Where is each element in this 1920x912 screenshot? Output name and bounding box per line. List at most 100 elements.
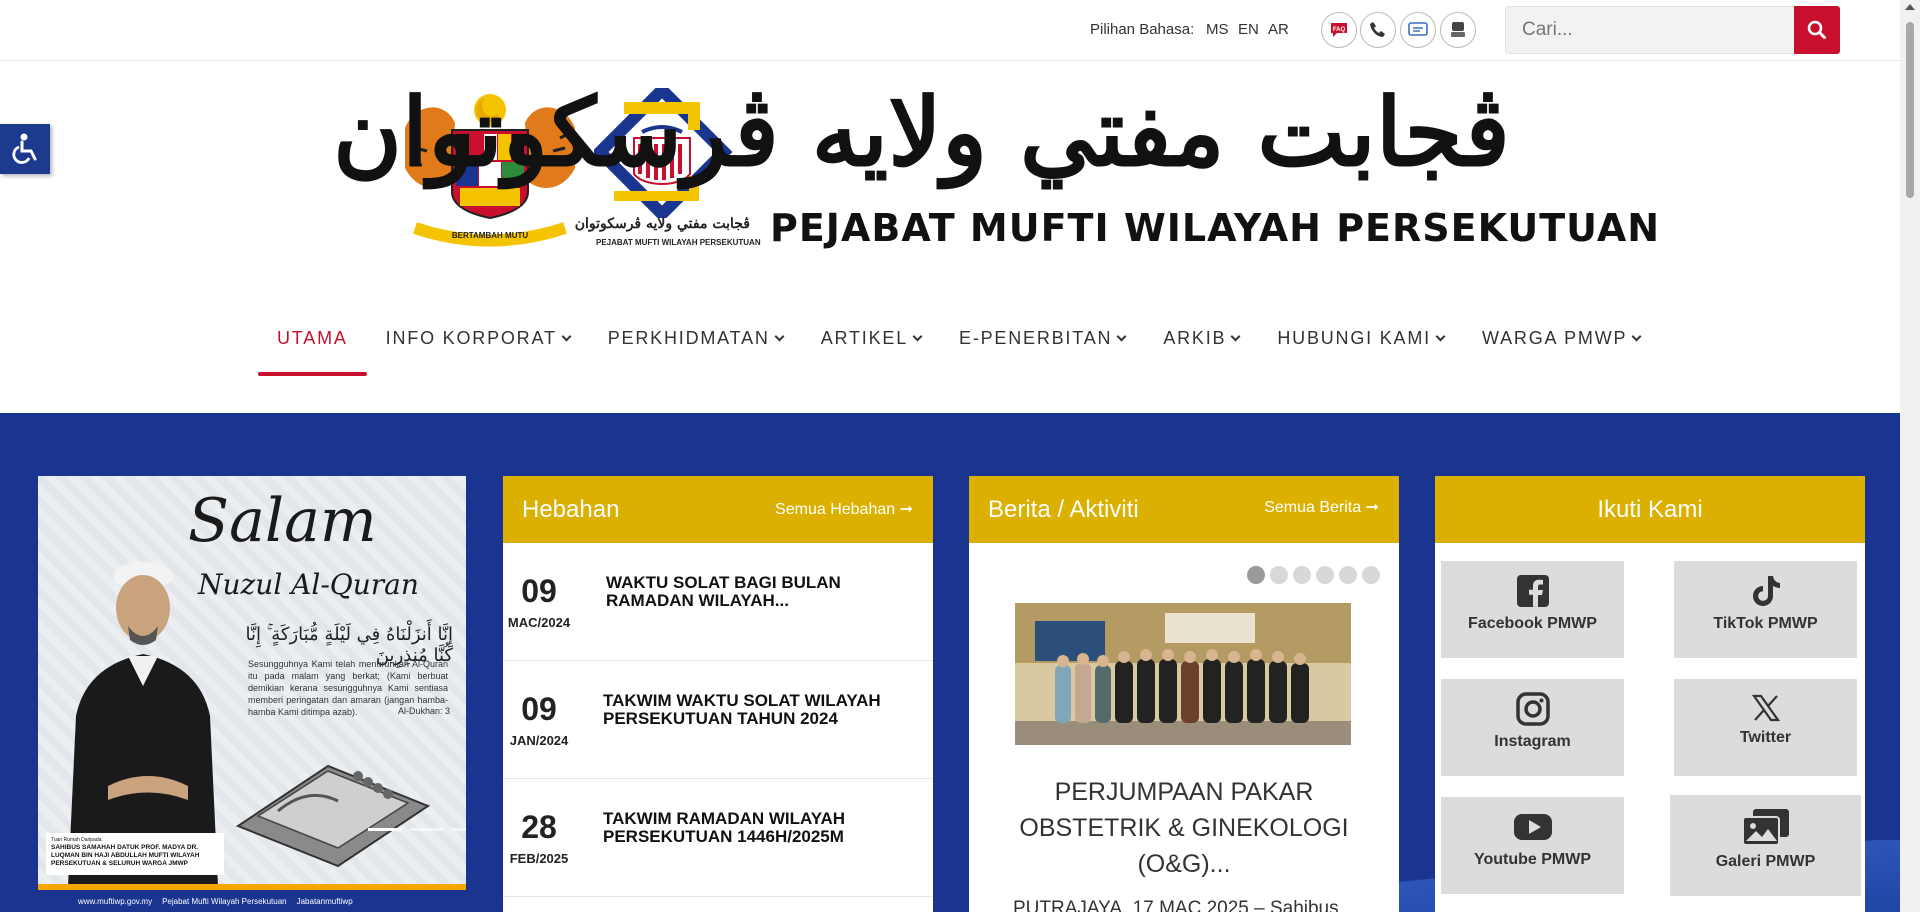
nav-item-label: INFO KORPORAT bbox=[385, 328, 557, 348]
jata-motto: BERTAMBAH MUTU bbox=[452, 231, 529, 240]
instagram-link[interactable]: Instagram bbox=[1440, 678, 1625, 777]
carousel-dot[interactable] bbox=[1362, 566, 1380, 584]
nav-item-e-penerbitan[interactable]: E-PENERBITAN bbox=[940, 316, 1144, 376]
poster-footer-bar: www.muftiwp.gov.my Pejabat Mufti Wilayah… bbox=[38, 890, 466, 912]
search-input[interactable] bbox=[1505, 6, 1795, 54]
poster-footer-handle: Jabatanmuftiwp bbox=[296, 896, 353, 906]
news-headline[interactable]: PERJUMPAAN PAKAR OBSTETRIK & GINEKOLOGI … bbox=[989, 774, 1379, 882]
poster-nuzul: Nuzul Al-Quran bbox=[198, 568, 419, 601]
poster-quran-illustration bbox=[235, 764, 431, 868]
ikuti-kami-title: Ikuti Kami bbox=[1597, 496, 1703, 523]
news-photo[interactable] bbox=[1015, 603, 1351, 745]
list-item-title[interactable]: TAKWIM WAKTU SOLAT WILAYAH PERSEKUTUAN T… bbox=[603, 692, 923, 728]
list-item-title[interactable]: WAKTU SOLAT BAGI BULAN RAMADAN WILAYAH..… bbox=[606, 574, 896, 610]
poster-carousel-dots[interactable] bbox=[368, 828, 466, 831]
facebook-link[interactable]: Facebook PMWP bbox=[1440, 560, 1625, 659]
facebook-icon bbox=[1516, 575, 1549, 607]
pmwp-logo-jawi: ڤجابت مفتي ولايه ڤرسكوتوان bbox=[574, 216, 750, 232]
instagram-icon bbox=[1515, 692, 1550, 726]
poster-footer-fb: Pejabat Mufti Wilayah Persekutuan bbox=[162, 896, 287, 906]
accessibility-button[interactable] bbox=[0, 124, 50, 174]
all-hebahan-link[interactable]: Semua Hebahan ➞ bbox=[775, 499, 913, 519]
site-title-jawi: ڤجابت مفتي ولايه ڤرسكوتوان bbox=[333, 78, 1510, 188]
chevron-down-icon bbox=[774, 331, 785, 342]
nav-item-warga-pmwp[interactable]: WARGA PMWP bbox=[1463, 316, 1659, 376]
carousel-dot[interactable] bbox=[1339, 566, 1357, 584]
all-hebahan-label: Semua Hebahan bbox=[775, 501, 896, 518]
list-item-day: 09 bbox=[521, 691, 557, 727]
list-item-month: JAN/2024 bbox=[509, 733, 569, 748]
poster-carousel[interactable]: Salam Nuzul Al-Quran إِنَّا أَنزَلْنَاهُ… bbox=[38, 476, 466, 912]
hebahan-title: Hebahan bbox=[522, 496, 620, 523]
chevron-down-icon bbox=[561, 331, 572, 342]
lang-ms-link[interactable]: MS bbox=[1206, 21, 1229, 38]
gallery-link[interactable]: Galeri PMWP bbox=[1669, 794, 1862, 897]
list-item-month: FEB/2025 bbox=[509, 851, 569, 866]
top-bar: Pilihan Bahasa: MS EN AR FAQ bbox=[0, 0, 1900, 61]
carousel-dot[interactable] bbox=[410, 828, 444, 831]
nav-item-utama[interactable]: UTAMA bbox=[258, 316, 367, 376]
x-twitter-icon bbox=[1751, 694, 1780, 722]
berita-card: Berita / Aktiviti Semua Berita ➞ PERJUMP… bbox=[969, 476, 1399, 912]
nav-item-label: ARTIKEL bbox=[820, 328, 909, 348]
nav-item-hubungi-kami[interactable]: HUBUNGI KAMI bbox=[1258, 316, 1463, 376]
nav-item-info-korporat[interactable]: INFO KORPORAT bbox=[367, 316, 589, 376]
nav-item-label: HUBUNGI KAMI bbox=[1277, 328, 1431, 348]
berita-title: Berita / Aktiviti bbox=[988, 496, 1139, 523]
list-item[interactable]: 28 FEB/2025 TAKWIM RAMADAN WILAYAH PERSE… bbox=[503, 779, 933, 897]
nav-item-arkib[interactable]: ARKIB bbox=[1144, 316, 1258, 376]
faq-button[interactable]: FAQ bbox=[1321, 12, 1357, 48]
arrow-right-icon: ➞ bbox=[1365, 499, 1379, 516]
ikuti-kami-card: Ikuti Kami Facebook PMWP TikTok PMWP Ins… bbox=[1435, 476, 1865, 912]
phone-button[interactable] bbox=[1360, 12, 1396, 48]
chevron-down-icon bbox=[1230, 331, 1241, 342]
carousel-dot[interactable] bbox=[368, 828, 402, 831]
chevron-down-icon bbox=[1116, 331, 1127, 342]
chevron-down-icon bbox=[1631, 331, 1642, 342]
poster-ref: Al-Dukhan: 3 bbox=[398, 706, 451, 716]
twitter-link[interactable]: Twitter bbox=[1673, 678, 1858, 777]
nav-item-perkhidmatan[interactable]: PERKHIDMATAN bbox=[589, 316, 802, 376]
phone-icon bbox=[1370, 22, 1385, 37]
list-item-month: MAC/2024 bbox=[507, 615, 571, 630]
feedback-button[interactable] bbox=[1400, 12, 1436, 48]
search-button[interactable] bbox=[1794, 6, 1840, 54]
social-label: Youtube PMWP bbox=[1473, 851, 1592, 868]
chevron-down-icon bbox=[912, 331, 923, 342]
scrollbar-thumb[interactable] bbox=[1906, 22, 1914, 198]
nav-item-artikel[interactable]: ARTIKEL bbox=[802, 316, 940, 376]
faq-icon: FAQ bbox=[1331, 23, 1347, 37]
kiosk-icon bbox=[1451, 22, 1465, 37]
kiosk-button[interactable] bbox=[1440, 12, 1476, 48]
nav-item-label: PERKHIDMATAN bbox=[607, 328, 770, 348]
carousel-dot[interactable] bbox=[1270, 566, 1288, 584]
pmwp-logo-caption: PEJABAT MUFTI WILAYAH PERSEKUTUAN bbox=[596, 238, 761, 247]
news-carousel-dots[interactable] bbox=[1247, 566, 1380, 584]
youtube-link[interactable]: Youtube PMWP bbox=[1440, 796, 1625, 895]
youtube-icon bbox=[1513, 814, 1552, 840]
accessibility-icon bbox=[12, 133, 37, 164]
list-item-title[interactable]: TAKWIM RAMADAN WILAYAH PERSEKUTUAN 1446H… bbox=[603, 810, 923, 846]
lang-ar-link[interactable]: AR bbox=[1268, 21, 1289, 38]
language-label: Pilihan Bahasa: bbox=[1090, 21, 1195, 38]
lang-en-link[interactable]: EN bbox=[1238, 21, 1259, 38]
feedback-icon bbox=[1408, 22, 1428, 36]
poster-caption: Tuan Rumah Daripada: SAHIBUS SAMAHAH DAT… bbox=[46, 833, 224, 875]
list-item[interactable]: 09 JAN/2024 TAKWIM WAKTU SOLAT WILAYAH P… bbox=[503, 661, 933, 779]
arrow-right-icon: ➞ bbox=[899, 501, 913, 518]
carousel-dot[interactable] bbox=[452, 828, 466, 831]
poster-footer: www.muftiwp.gov.my Pejabat Mufti Wilayah… bbox=[38, 884, 466, 912]
all-berita-link[interactable]: Semua Berita ➞ bbox=[1264, 497, 1379, 517]
carousel-dot[interactable] bbox=[1293, 566, 1311, 584]
page-scrollbar[interactable] bbox=[1900, 0, 1920, 912]
carousel-dot[interactable] bbox=[1316, 566, 1334, 584]
tiktok-link[interactable]: TikTok PMWP bbox=[1673, 560, 1858, 659]
search-icon bbox=[1807, 20, 1826, 39]
scroll-up-arrow-icon[interactable] bbox=[1905, 4, 1915, 10]
list-item[interactable]: 09 MAC/2024 WAKTU SOLAT BAGI BULAN RAMAD… bbox=[503, 543, 933, 661]
poster-caption-small: Tuan Rumah Daripada: bbox=[51, 837, 103, 843]
svg-text:FAQ: FAQ bbox=[1333, 27, 1346, 33]
page: Pilihan Bahasa: MS EN AR FAQ Cari... BER… bbox=[0, 0, 1920, 912]
carousel-dot[interactable] bbox=[1247, 566, 1265, 584]
social-label: TikTok PMWP bbox=[1713, 615, 1818, 632]
